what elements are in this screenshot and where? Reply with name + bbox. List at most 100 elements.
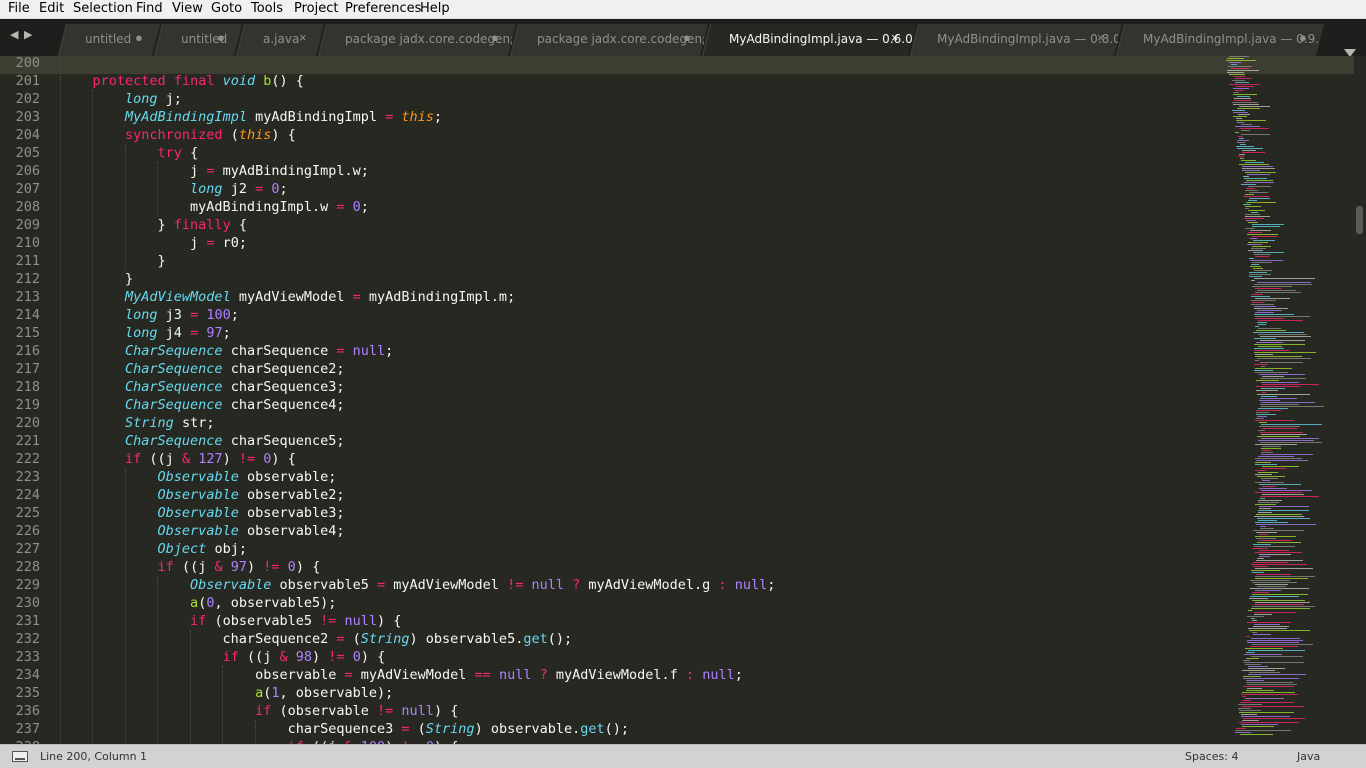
tab-title: MyAdBindingImpl.java — 0.6.0 [729,32,912,46]
indentation-setting[interactable]: Spaces: 4 [1185,750,1238,763]
code-line[interactable]: charSequence2 = (String) observable5.get… [60,630,573,648]
minimap-line [1254,624,1280,625]
minimap-line [1241,714,1257,715]
syntax-mode[interactable]: Java [1297,750,1320,763]
code-line[interactable]: MyAdViewModel myAdViewModel = myAdBindin… [60,288,515,306]
minimap-line [1245,216,1270,217]
code-line[interactable]: if ((j & 98) != 0) { [60,648,386,666]
minimap-line [1236,146,1254,147]
code-line[interactable]: observable = myAdViewModel == null ? myA… [60,666,743,684]
code-line[interactable]: CharSequence charSequence = null; [60,342,393,360]
menu-item-tools[interactable]: Tools [251,0,283,19]
vertical-scrollbar[interactable] [1354,56,1366,744]
minimap-line [1262,428,1297,429]
menu-item-find[interactable]: Find [136,0,163,19]
code-line[interactable]: CharSequence charSequence2; [60,360,344,378]
code-line[interactable]: if (observable5 != null) { [60,612,401,630]
tab-7[interactable]: MyAdBindingImpl.java — 0.8.0 × [910,24,1122,56]
menu-item-goto[interactable]: Goto [211,0,242,19]
minimap-line [1236,86,1254,87]
minimap-line [1243,700,1251,701]
minimap-line [1231,68,1249,69]
code-area[interactable]: protected final void b() { long j; MyAdB… [59,56,1220,744]
minimap-line [1258,328,1281,329]
code-line[interactable]: synchronized (this) { [60,126,296,144]
minimap-line [1255,288,1281,289]
code-line[interactable]: } [60,270,133,288]
minimap-line [1251,570,1280,571]
unsaved-dot-icon[interactable]: ● [1299,30,1307,45]
menu-item-file[interactable]: File [8,0,30,19]
menu-item-edit[interactable]: Edit [39,0,64,19]
code-line[interactable]: Observable observable; [60,468,337,486]
line-number: 229 [15,577,40,593]
code-line[interactable]: j = r0; [60,234,247,252]
minimap-line [1252,302,1264,303]
code-line[interactable]: Observable observable5 = myAdViewModel !… [60,576,775,594]
tab-scroll-left-icon[interactable]: ◀ [10,28,18,41]
scrollbar-thumb[interactable] [1356,206,1363,234]
code-line[interactable]: } finally { [60,216,247,234]
menu-item-help[interactable]: Help [420,0,450,19]
line-number: 230 [15,595,40,611]
menu-item-project[interactable]: Project [294,0,338,19]
minimap-line [1261,402,1315,403]
line-number: 200 [15,56,40,71]
code-line[interactable]: myAdBindingImpl.w = 0; [60,198,369,216]
panel-toggle-icon[interactable] [12,751,28,762]
minimap-line [1246,690,1274,691]
code-line[interactable]: Observable observable3; [60,504,345,522]
code-line[interactable]: a(0, observable5); [60,594,336,612]
close-icon[interactable]: × [299,30,307,45]
code-line[interactable]: charSequence3 = (String) observable.get(… [60,720,629,738]
line-number: 237 [15,721,40,737]
code-line[interactable]: long j3 = 100; [60,306,239,324]
code-line[interactable]: Observable observable4; [60,522,345,540]
code-line[interactable]: long j2 = 0; [60,180,288,198]
unsaved-dot-icon[interactable]: ● [491,30,499,45]
code-line[interactable]: MyAdBindingImpl myAdBindingImpl = this; [60,108,442,126]
tab-scroll-right-icon[interactable]: ▶ [24,28,32,41]
tab-1[interactable]: untitled ● [58,24,160,56]
code-line[interactable]: CharSequence charSequence3; [60,378,344,396]
line-number-gutter: 200 201 202 203 204 205 206 207 208 209 210 211 212 2… [0,56,42,744]
tab-2[interactable]: untitled ● [154,24,242,56]
code-line[interactable]: if (observable != null) { [60,702,458,720]
code-line[interactable]: try { [60,144,199,162]
minimap-line [1241,124,1252,125]
tab-6[interactable]: MyAdBindingImpl.java — 0.6.0 × [702,24,916,56]
tab-8[interactable]: MyAdBindingImpl.java — 0.9.0 ● [1116,24,1324,56]
code-line[interactable]: CharSequence charSequence5; [60,432,344,450]
unsaved-dot-icon[interactable]: ● [135,30,143,45]
minimap-line [1241,134,1270,135]
close-icon[interactable]: × [891,30,899,45]
minimap-line [1249,258,1254,259]
minimap-line [1248,242,1268,243]
tab-4[interactable]: package jadx.core.codegen; ● [318,24,516,56]
minimap-line [1260,340,1305,341]
code-line[interactable]: j = myAdBindingImpl.w; [60,162,369,180]
editor[interactable]: 200 201 202 203 204 205 206 207 208 209 210 211 212 2… [0,56,1366,744]
menu-item-selection[interactable]: Selection [73,0,133,19]
minimap-line [1235,90,1243,91]
tab-5[interactable]: package jadx.core.codegen; ● [510,24,708,56]
code-line[interactable]: if ((j & 97) != 0) { [60,558,321,576]
code-line[interactable]: if ((j & 127) != 0) { [60,450,296,468]
code-line[interactable]: long j4 = 97; [60,324,231,342]
tab-3[interactable]: a.java × [236,24,324,56]
code-line[interactable]: Object obj; [60,540,247,558]
code-line[interactable]: CharSequence charSequence4; [60,396,344,414]
minimap-line [1247,174,1270,175]
minimap[interactable] [1222,56,1352,744]
close-icon[interactable]: × [1097,30,1105,45]
code-line[interactable]: Observable observable2; [60,486,345,504]
code-line[interactable]: String str; [60,414,214,432]
menu-item-view[interactable]: View [172,0,203,19]
code-line[interactable]: long j; [60,90,182,108]
unsaved-dot-icon[interactable]: ● [683,30,691,45]
unsaved-dot-icon[interactable]: ● [217,30,225,45]
code-line[interactable]: a(1, observable); [60,684,393,702]
code-line[interactable]: protected final void b() { [60,72,304,90]
code-line[interactable]: } [60,252,166,270]
menu-item-preferences[interactable]: Preferences [345,0,421,19]
